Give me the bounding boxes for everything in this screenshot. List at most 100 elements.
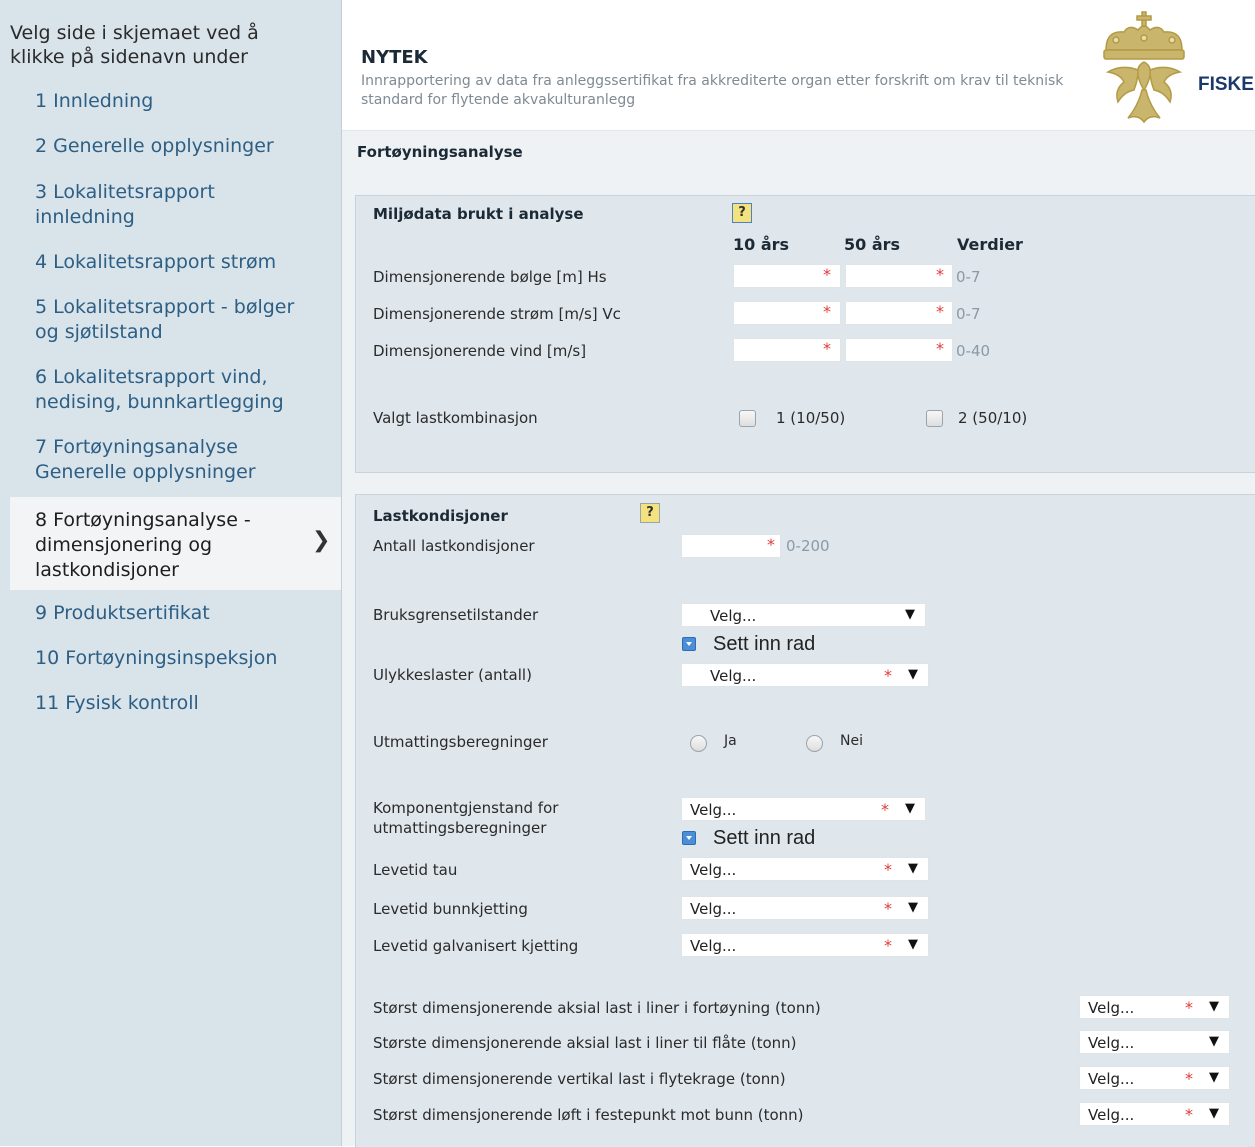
page-title: Fortøyningsanalyse <box>357 143 523 161</box>
label-levetid-galvanisert: Levetid galvanisert kjetting <box>373 937 579 955</box>
required-marker: * <box>884 899 892 918</box>
sett-inn-rad-label: Sett inn rad <box>713 827 816 849</box>
select-value: Velg... <box>1088 999 1135 1017</box>
utmatting-ja-radio[interactable] <box>690 735 707 752</box>
required-marker: * <box>884 666 892 685</box>
sidebar-item-generelle-opplysninger[interactable]: 2 Generelle opplysninger <box>35 134 315 159</box>
dropdown-arrow-icon: ▼ <box>908 937 918 952</box>
range-hint: 0-7 <box>956 305 981 323</box>
sett-inn-rad-button[interactable]: Sett inn rad <box>682 633 842 659</box>
lastkombinasjon-2-label: 2 (50/10) <box>958 409 1028 427</box>
last-fortoyning-select[interactable]: Velg... * ▼ <box>1079 995 1230 1019</box>
last-flate-select[interactable]: Velg... ▼ <box>1079 1030 1230 1054</box>
fiskeridirektoratet-logo-icon <box>1103 11 1185 124</box>
utmatting-nei-label: Nei <box>840 733 863 749</box>
column-header-50-ar: 50 års <box>844 235 901 254</box>
label-dimensjonerende-vind: Dimensjonerende vind [m/s] <box>373 342 587 360</box>
required-marker: * <box>936 302 944 321</box>
select-value: Velg... <box>690 801 737 819</box>
dropdown-arrow-icon: ▼ <box>1209 1106 1219 1121</box>
sett-inn-rad-button-komponent[interactable]: Sett inn rad <box>682 827 842 853</box>
lastkondisjoner-panel: Lastkondisjoner ? Antall lastkondisjoner… <box>355 494 1255 1147</box>
required-marker: * <box>1185 1069 1193 1088</box>
bruksgrensetilstander-select[interactable]: Velg... ▼ <box>681 603 926 627</box>
dropdown-arrow-icon: ▼ <box>908 900 918 915</box>
dropdown-arrow-icon: ▼ <box>908 667 918 682</box>
insert-row-icon <box>682 831 696 845</box>
select-value: Velg... <box>710 607 757 625</box>
range-hint: 0-7 <box>956 268 981 286</box>
loft-bunn-select[interactable]: Velg... * ▼ <box>1079 1102 1230 1126</box>
dropdown-arrow-icon: ▼ <box>905 607 915 622</box>
ulykkeslaster-select[interactable]: Velg... * ▼ <box>681 663 929 687</box>
antall-lastkondisjoner-input[interactable] <box>681 534 781 558</box>
sidebar-item-innledning[interactable]: 1 Innledning <box>35 89 315 114</box>
label-last-flate: Største dimensjonerende aksial last i li… <box>373 1034 797 1052</box>
sidebar-item-lokalitetsrapport-strom[interactable]: 4 Lokalitetsrapport strøm <box>35 250 315 275</box>
label-utmattingsberegninger: Utmattingsberegninger <box>373 733 548 751</box>
label-komponentgjenstand: Komponentgjenstand for <box>373 799 559 817</box>
sett-inn-rad-label: Sett inn rad <box>713 633 816 655</box>
label-valgt-lastkombinasjon: Valgt lastkombinasjon <box>373 409 538 427</box>
label-komponentgjenstand-line2: utmattingsberegninger <box>373 819 547 837</box>
miljodata-panel: Miljødata brukt i analyse ? 10 års 50 år… <box>355 195 1255 473</box>
insert-row-icon <box>682 637 696 651</box>
label-levetid-bunnkjetting: Levetid bunnkjetting <box>373 900 528 918</box>
required-marker: * <box>823 339 831 358</box>
column-header-10-ar: 10 års <box>733 235 790 254</box>
main-content: Fortøyningsanalyse Miljødata brukt i ana… <box>342 131 1255 1147</box>
required-marker: * <box>936 265 944 284</box>
label-antall-lastkondisjoner: Antall lastkondisjoner <box>373 537 535 555</box>
sidebar-item-produktsertifikat[interactable]: 9 Produktsertifikat <box>35 601 315 626</box>
select-value: Velg... <box>690 937 737 955</box>
select-value: Velg... <box>690 861 737 879</box>
sidebar-item-label: 8 Fortøyningsanalyse - dimensjonering og… <box>35 509 251 581</box>
label-last-flytekrage: Størst dimensjonerende vertikal last i f… <box>373 1070 786 1088</box>
section-title-lastkondisjoner: Lastkondisjoner <box>373 507 508 525</box>
column-header-verdier: Verdier <box>957 235 1023 254</box>
sidebar-item-lokalitetsrapport-bolger[interactable]: 5 Lokalitetsrapport - bølger og sjøtilst… <box>35 295 320 345</box>
select-value: Velg... <box>1088 1106 1135 1124</box>
sidebar-item-lokalitetsrapport-vind[interactable]: 6 Lokalitetsrapport vind, nedising, bunn… <box>35 365 310 415</box>
dropdown-arrow-icon: ▼ <box>1209 1034 1219 1049</box>
required-marker: * <box>1185 1105 1193 1124</box>
help-button-lastkondisjoner[interactable]: ? <box>640 503 660 523</box>
dropdown-arrow-icon: ▼ <box>1209 999 1219 1014</box>
select-value: Velg... <box>1088 1070 1135 1088</box>
sidebar-item-fortoyningsanalyse-generelle[interactable]: 7 Fortøyningsanalyse Generelle opplysnin… <box>35 435 285 485</box>
sidebar-item-lokalitetsrapport-innledning[interactable]: 3 Lokalitetsrapport innledning <box>35 180 265 230</box>
levetid-tau-select[interactable]: Velg... * ▼ <box>681 857 929 881</box>
select-value: Velg... <box>690 900 737 918</box>
label-last-fortoyning: Størst dimensjonerende aksial last i lin… <box>373 999 821 1017</box>
lastkombinasjon-2-checkbox[interactable] <box>926 410 943 427</box>
sidebar-item-fortoyningsinspeksjon[interactable]: 10 Fortøyningsinspeksjon <box>35 646 325 671</box>
required-marker: * <box>881 800 889 819</box>
label-dimensjonerende-bolge: Dimensjonerende bølge [m] Hs <box>373 268 607 286</box>
last-flytekrage-select[interactable]: Velg... * ▼ <box>1079 1066 1230 1090</box>
required-marker: * <box>823 302 831 321</box>
sidebar-item-fysisk-kontroll[interactable]: 11 Fysisk kontroll <box>35 691 315 716</box>
utmatting-ja-label: Ja <box>724 733 737 749</box>
lastkombinasjon-1-label: 1 (10/50) <box>776 409 846 427</box>
app-description: Innrapportering av data fra anleggsserti… <box>361 73 1064 108</box>
chevron-right-icon: ❯ <box>312 528 331 553</box>
label-levetid-tau: Levetid tau <box>373 861 458 879</box>
dropdown-arrow-icon: ▼ <box>908 861 918 876</box>
sidebar-item-fortoyningsanalyse-dimensjonering[interactable]: 8 Fortøyningsanalyse - dimensjonering og… <box>10 497 341 590</box>
app-title: NYTEK <box>361 47 428 68</box>
komponentgjenstand-select[interactable]: Velg... * ▼ <box>681 797 926 821</box>
utmatting-nei-radio[interactable] <box>806 735 823 752</box>
select-value: Velg... <box>710 667 757 685</box>
levetid-bunnkjetting-select[interactable]: Velg... * ▼ <box>681 896 929 920</box>
logo-text: FISKERID <box>1198 74 1255 95</box>
range-hint: 0-40 <box>956 342 991 360</box>
required-marker: * <box>936 339 944 358</box>
levetid-galvanisert-select[interactable]: Velg... * ▼ <box>681 933 929 957</box>
dropdown-arrow-icon: ▼ <box>1209 1070 1219 1085</box>
lastkombinasjon-1-checkbox[interactable] <box>739 410 756 427</box>
help-button-miljodata[interactable]: ? <box>732 203 752 223</box>
header: NYTEK Innrapportering av data fra anlegg… <box>342 0 1255 131</box>
label-ulykkeslaster: Ulykkeslaster (antall) <box>373 666 532 684</box>
required-marker: * <box>1185 998 1193 1017</box>
label-bruksgrensetilstander: Bruksgrensetilstander <box>373 606 539 624</box>
